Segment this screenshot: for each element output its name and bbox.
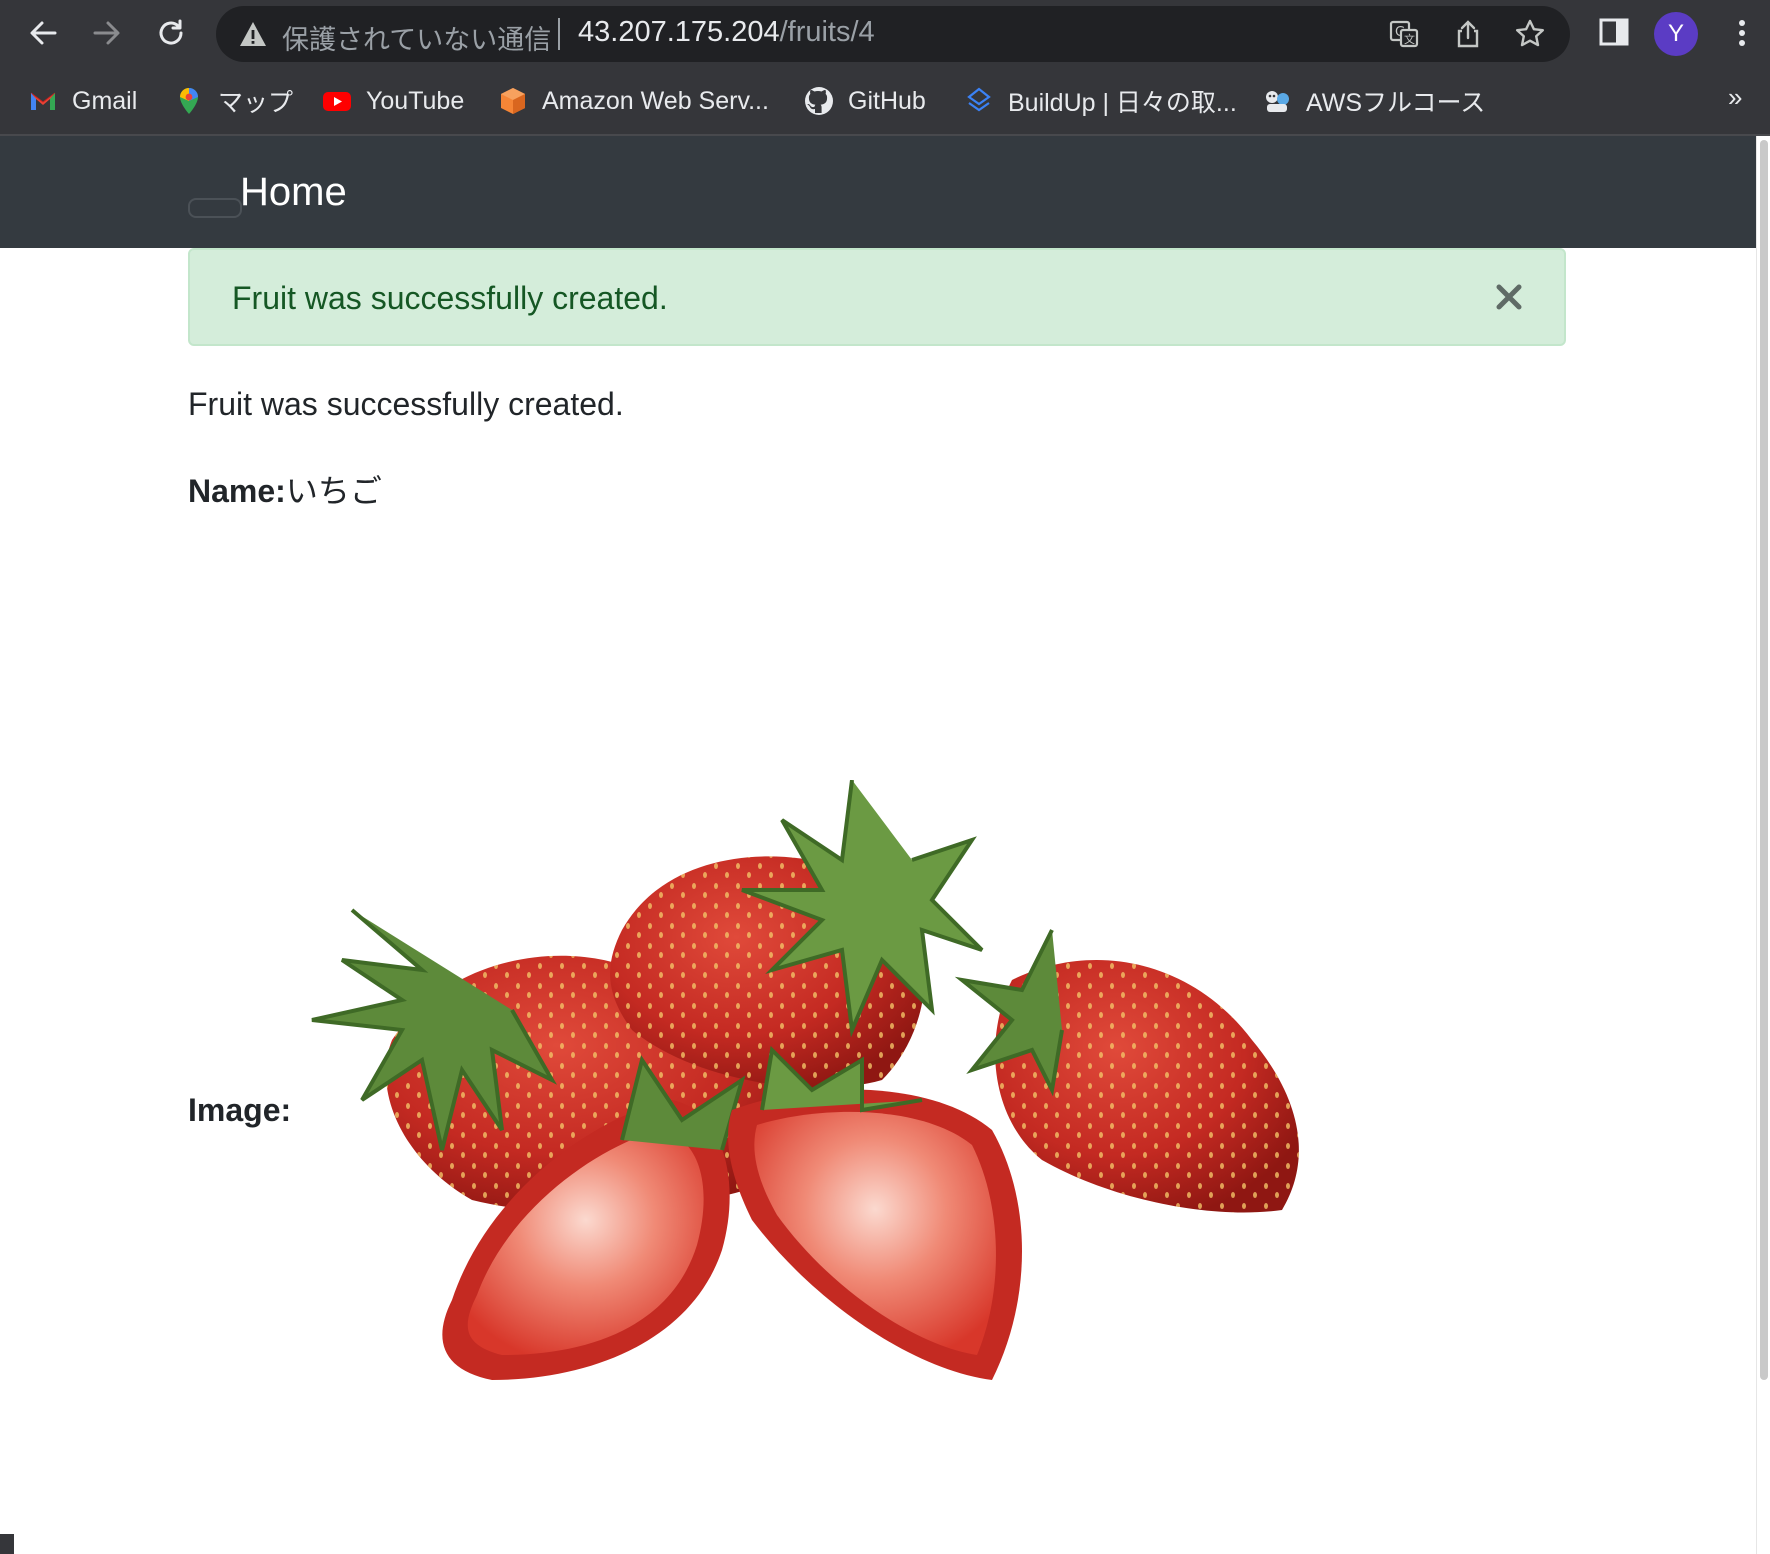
name-value: いちご	[285, 473, 382, 509]
profile-avatar[interactable]: Y	[1654, 12, 1698, 56]
image-label: Image:	[188, 1092, 292, 1128]
back-button[interactable]	[20, 10, 66, 56]
aws-cube-icon	[501, 88, 525, 114]
menu-kebab-icon[interactable]	[1728, 16, 1756, 52]
bookmark-gmail[interactable]: Gmail	[28, 82, 137, 120]
scrollbar-thumb[interactable]	[1760, 140, 1768, 1380]
nav-home-link[interactable]: Home	[240, 170, 347, 215]
image-field: Image:	[188, 1092, 291, 1129]
alert-message: Fruit was successfully created.	[232, 280, 668, 316]
url-host: 43.207.175.204	[578, 16, 780, 48]
window-corner	[0, 1534, 14, 1554]
name-field: Name:いちご	[188, 466, 382, 512]
bookmark-label: マップ	[218, 89, 294, 117]
youtube-icon	[323, 92, 351, 111]
bookmark-label: BuildUp | 日々の取...	[1008, 89, 1237, 117]
strawberry-back-center	[610, 780, 984, 1088]
buildup-icon	[967, 87, 991, 112]
maps-pin-icon	[180, 88, 198, 114]
warning-icon[interactable]	[238, 19, 268, 49]
strawberry-right	[954, 929, 1299, 1213]
site-navbar: Home	[0, 136, 1756, 248]
bookmark-aws[interactable]: Amazon Web Serv...	[498, 82, 769, 120]
bookmark-label: YouTube	[366, 86, 465, 115]
bookmarks-overflow-button[interactable]: »	[1728, 82, 1742, 113]
bookmark-buildup[interactable]: BuildUp | 日々の取...	[964, 82, 1237, 120]
reload-icon	[159, 19, 183, 45]
fruit-image	[311, 780, 1299, 1380]
share-icon[interactable]	[1452, 18, 1484, 50]
svg-text:文: 文	[1404, 32, 1415, 46]
bookmark-aws-course[interactable]: AWSフルコース	[1262, 82, 1485, 120]
strawberry-half-right	[728, 1045, 1022, 1380]
url-text[interactable]: 43.207.175.204/fruits/4	[578, 16, 875, 49]
gmail-icon	[30, 92, 56, 110]
name-label: Name:	[188, 473, 286, 509]
omnibox-divider	[558, 18, 560, 50]
github-icon	[805, 87, 833, 115]
bookmark-label: Amazon Web Serv...	[542, 86, 769, 115]
bookmark-label: AWSフルコース	[1306, 89, 1486, 117]
reload-button[interactable]	[148, 10, 194, 56]
browser-toolbar: 保護されていない通信 43.207.175.204/fruits/4 G文 Y	[0, 0, 1770, 68]
url-path: /fruits/4	[779, 16, 875, 48]
address-bar[interactable]: 保護されていない通信 43.207.175.204/fruits/4 G文	[216, 6, 1570, 62]
bookmark-maps[interactable]: マップ	[174, 82, 293, 120]
arrow-right-icon	[93, 21, 120, 45]
bookmark-youtube[interactable]: YouTube	[322, 82, 464, 120]
security-label[interactable]: 保護されていない通信	[282, 18, 551, 57]
side-panel-icon[interactable]	[1596, 14, 1632, 50]
close-icon[interactable]	[1492, 280, 1526, 314]
bookmark-github[interactable]: GitHub	[804, 82, 926, 120]
forward-button[interactable]	[84, 10, 130, 56]
success-alert: Fruit was successfully created.	[188, 248, 1566, 346]
bookmarks-bar: Gmail マップ YouTube Amazon Web Serv... Git…	[0, 68, 1770, 136]
star-icon[interactable]	[1514, 18, 1546, 50]
bookmark-label: Gmail	[72, 86, 138, 115]
navbar-toggler-button[interactable]	[188, 198, 242, 218]
notice-text: Fruit was successfully created.	[188, 386, 624, 422]
aws-course-icon	[1266, 91, 1289, 112]
arrow-left-icon	[30, 21, 57, 45]
bookmark-label: GitHub	[848, 86, 926, 115]
translate-icon[interactable]: G文	[1388, 18, 1420, 50]
